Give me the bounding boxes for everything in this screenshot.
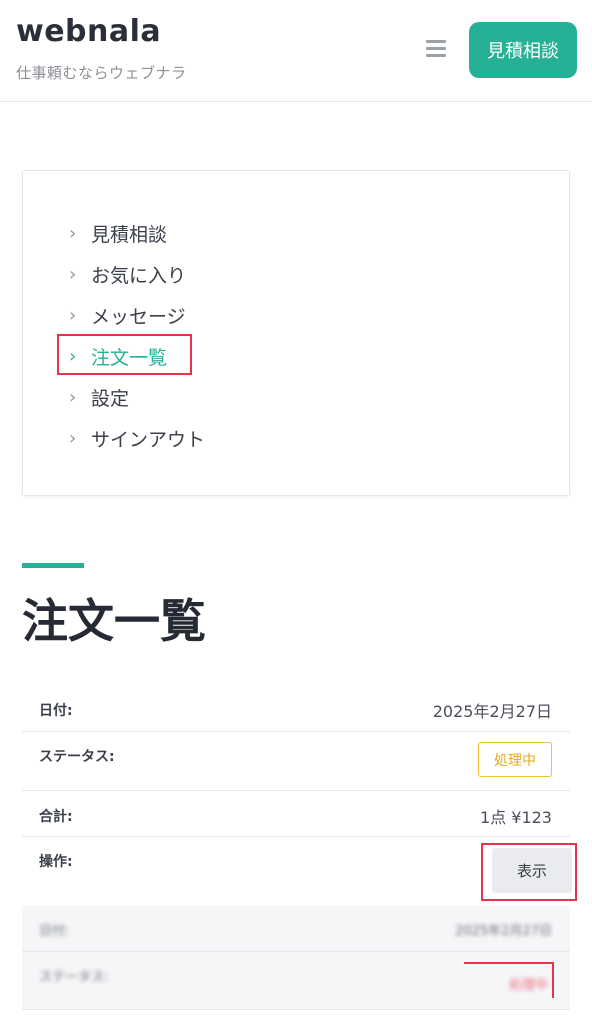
nav-item-favorites[interactable]: › お気に入り <box>69 254 205 295</box>
blurred-status-label: ステータス: <box>39 970 109 985</box>
order-row-total: 合計: 1点 ¥123 <box>22 791 570 837</box>
blurred-date-label: 日付: <box>39 924 70 939</box>
site-header: webnala 仕事頼むならウェブナラ 見積相談 <box>0 0 592 102</box>
nav-item-label: お気に入り <box>91 265 187 287</box>
date-value: 2025年2月27日 <box>432 702 552 721</box>
total-label: 合計: <box>39 809 73 825</box>
nav-item-signout[interactable]: › サインアウト <box>69 418 205 459</box>
chevron-right-icon: › <box>69 223 77 244</box>
view-order-button[interactable]: 表示 <box>492 848 572 893</box>
total-value: 1点 ¥123 <box>480 808 552 827</box>
nav-item-label: 注文一覧 <box>91 347 168 369</box>
quote-request-button[interactable]: 見積相談 <box>469 22 577 78</box>
status-badge: 処理中 <box>478 742 552 777</box>
order-row-date-blurred: 日付: 2025年2月27日 <box>22 906 570 952</box>
chevron-right-icon: › <box>69 264 77 285</box>
chevron-right-icon: › <box>69 346 77 367</box>
order-row-action: 操作: <box>22 837 570 907</box>
status-label: ステータス: <box>39 749 115 765</box>
nav-item-settings[interactable]: › 設定 <box>69 377 205 418</box>
nav-item-label: 設定 <box>91 388 130 410</box>
chevron-right-icon: › <box>69 428 77 449</box>
blurred-date-value: 2025年2月27日 <box>455 924 552 939</box>
order-table: 日付: 2025年2月27日 ステータス: 合計: 1点 ¥123 操作: 処理… <box>22 684 572 907</box>
blurred-status-badge: 処理中 <box>508 978 548 993</box>
date-label: 日付: <box>39 703 73 719</box>
title-accent-bar <box>22 563 84 568</box>
brand-tagline: 仕事頼むならウェブナラ <box>16 64 187 82</box>
nav-item-label: 見積相談 <box>91 224 168 246</box>
order-row-status-blurred: ステータス: 処理中 <box>22 952 570 1010</box>
nav-item-quote[interactable]: › 見積相談 <box>69 213 205 254</box>
account-nav-list: › 見積相談 › お気に入り › メッセージ › 注文一覧 › 設定 › サイン… <box>69 213 205 459</box>
chevron-right-icon: › <box>69 387 77 408</box>
brand-logo[interactable]: webnala <box>16 14 161 49</box>
nav-item-label: サインアウト <box>91 429 206 451</box>
account-nav-card: › 見積相談 › お気に入り › メッセージ › 注文一覧 › 設定 › サイン… <box>22 170 570 496</box>
nav-item-orders[interactable]: › 注文一覧 <box>69 336 205 377</box>
chevron-right-icon: › <box>69 305 77 326</box>
page-title: 注文一覧 <box>22 594 206 648</box>
nav-item-label: メッセージ <box>91 306 186 328</box>
nav-item-messages[interactable]: › メッセージ <box>69 295 205 336</box>
action-label: 操作: <box>39 854 73 870</box>
hamburger-menu-icon[interactable] <box>426 40 446 58</box>
order-row-date: 日付: 2025年2月27日 <box>22 684 570 732</box>
